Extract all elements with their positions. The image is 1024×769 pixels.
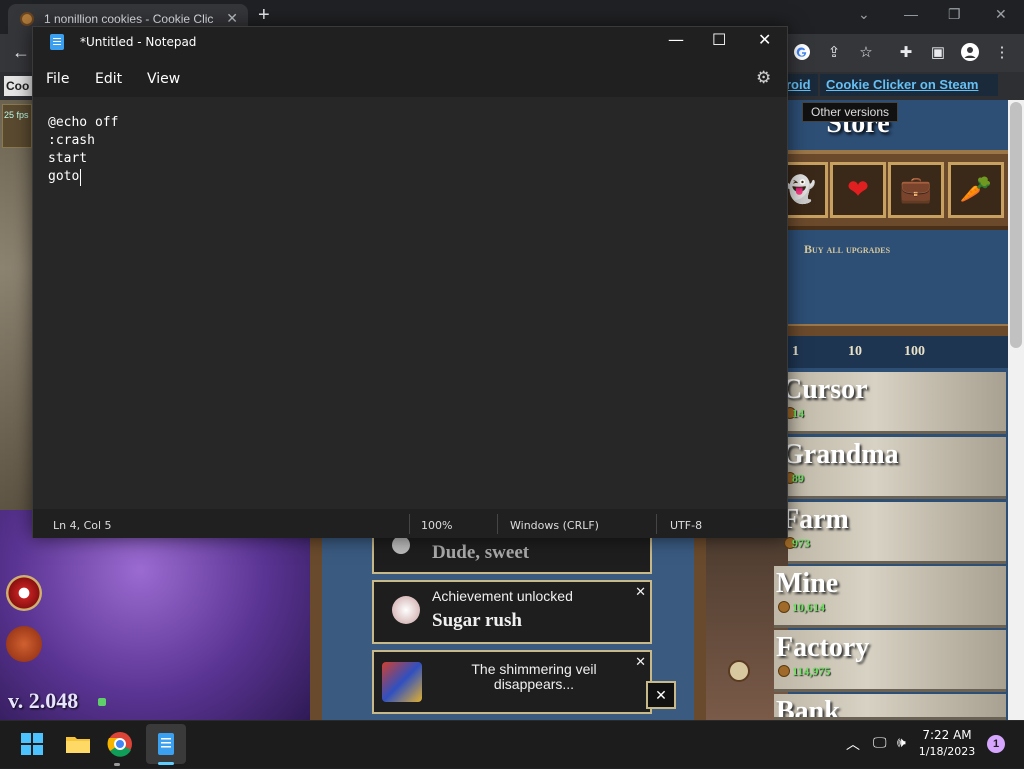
- fps-counter: 25 fps: [4, 110, 29, 120]
- notification-dude-sweet[interactable]: Dude, sweet: [372, 532, 652, 574]
- eye-icon[interactable]: [6, 575, 42, 611]
- notepad-taskbar-button[interactable]: [146, 724, 186, 764]
- bulk-1-button[interactable]: 1: [792, 344, 799, 360]
- side-panel-icon[interactable]: ▣: [928, 43, 948, 63]
- upgrade-heart[interactable]: ❤: [830, 162, 886, 218]
- status-line-ending: Windows (CRLF): [510, 519, 599, 532]
- notepad-maximize-button[interactable]: ☐: [712, 30, 726, 49]
- notepad-title: *Untitled - Notepad: [80, 35, 197, 49]
- left-panel-background: [0, 100, 32, 520]
- chrome-taskbar-icon[interactable]: [102, 726, 138, 762]
- other-versions-tooltip: Other versions: [802, 102, 899, 122]
- building-cursor[interactable]: Cursor 14: [782, 372, 1006, 434]
- cookie-favicon-icon: [20, 12, 34, 26]
- bulk-100-button[interactable]: 100: [904, 344, 925, 360]
- notepad-app-icon: [50, 34, 64, 50]
- game-version: v. 2.048: [8, 688, 79, 713]
- dragon-icon[interactable]: [6, 626, 42, 662]
- chrome-running-indicator: [114, 763, 120, 766]
- notepad-close-button[interactable]: ✕: [758, 30, 771, 49]
- store-divider: [788, 324, 1008, 336]
- lock-icon: [98, 698, 106, 706]
- browser-close-icon[interactable]: ✕: [995, 6, 1007, 23]
- bulk-buy-row: [788, 336, 1008, 368]
- windows-start-icon[interactable]: [14, 726, 50, 762]
- settings-gear-icon[interactable]: ⚙: [756, 68, 771, 88]
- share-icon[interactable]: ⇪: [824, 43, 844, 63]
- clock-icon: [728, 660, 750, 682]
- status-separator: [656, 514, 657, 534]
- cookie-coin-icon: [778, 665, 790, 677]
- notepad-minimize-button[interactable]: —: [668, 30, 684, 49]
- bulk-10-button[interactable]: 10: [848, 344, 862, 360]
- building-farm[interactable]: Farm 973: [782, 502, 1006, 564]
- notepad-content[interactable]: @echo off :crash start goto: [48, 114, 118, 186]
- clock-date[interactable]: 1/18/2023: [912, 745, 982, 758]
- status-zoom: 100%: [421, 519, 453, 532]
- building-grandma[interactable]: Grandma 89: [782, 437, 1006, 499]
- status-separator: [409, 514, 410, 534]
- bookmark-star-icon[interactable]: ☆: [856, 43, 876, 63]
- building-mine[interactable]: Mine 10,614: [774, 566, 1006, 628]
- google-icon[interactable]: [792, 43, 812, 63]
- building-factory[interactable]: Factory 114,975: [774, 630, 1006, 692]
- page-scrollbar-thumb[interactable]: [1010, 102, 1022, 348]
- text-caret: [80, 169, 81, 186]
- profile-avatar-icon[interactable]: [960, 43, 980, 63]
- notification-close-icon[interactable]: ✕: [635, 654, 646, 670]
- cookie-coin-icon: [778, 601, 790, 613]
- notification-shimmering-veil[interactable]: The shimmering veil disappears... ✕: [372, 650, 652, 714]
- buy-all-upgrades-button[interactable]: Buy all upgrades: [804, 242, 890, 257]
- steam-link[interactable]: Cookie Clicker on Steam: [820, 74, 998, 96]
- android-link[interactable]: roid: [786, 74, 818, 96]
- clock-time[interactable]: 7:22 AM: [912, 728, 982, 742]
- notification-sugar-rush[interactable]: Achievement unlocked Sugar rush ✕: [372, 580, 652, 644]
- notepad-active-indicator: [158, 762, 174, 765]
- menu-edit[interactable]: Edit: [95, 71, 122, 87]
- upgrade-carrot[interactable]: 🥕: [948, 162, 1004, 218]
- notification-badge[interactable]: 1: [987, 735, 1005, 753]
- notepad-text-area[interactable]: [33, 97, 787, 509]
- shimmering-veil-icon: [382, 662, 422, 702]
- building-bank[interactable]: Bank: [774, 694, 1006, 720]
- show-hidden-icons-chevron-icon[interactable]: ︿: [846, 734, 860, 754]
- fps-box: 25 fps: [2, 104, 32, 148]
- browser-minimize-icon[interactable]: —: [904, 6, 918, 22]
- new-tab-button[interactable]: +: [258, 4, 270, 27]
- file-explorer-icon[interactable]: [60, 726, 96, 762]
- tab-search-icon[interactable]: ⌄: [858, 6, 870, 23]
- upgrade-briefcase[interactable]: 💼: [888, 162, 944, 218]
- menu-view[interactable]: View: [147, 71, 180, 87]
- tab-title: 1 nonillion cookies - Cookie Clic: [44, 12, 214, 26]
- browser-restore-icon[interactable]: ❐: [948, 6, 961, 23]
- volume-icon[interactable]: 🕪: [897, 734, 906, 751]
- status-separator: [497, 514, 498, 534]
- back-button[interactable]: ←: [12, 42, 30, 63]
- status-cursor-position: Ln 4, Col 5: [53, 519, 112, 532]
- extensions-puzzle-icon[interactable]: ✚: [896, 43, 916, 63]
- notification-close-icon[interactable]: ✕: [635, 584, 646, 600]
- status-encoding: UTF-8: [670, 519, 703, 532]
- network-icon[interactable]: 🖵: [873, 734, 887, 751]
- close-all-notifications-button[interactable]: ✕: [646, 681, 676, 709]
- sugar-lump-icon: [392, 596, 420, 624]
- browser-menu-icon[interactable]: ⋮: [992, 43, 1012, 63]
- tab-close-icon[interactable]: ✕: [226, 10, 238, 27]
- menu-file[interactable]: File: [46, 71, 69, 87]
- achievement-icon: [392, 536, 410, 554]
